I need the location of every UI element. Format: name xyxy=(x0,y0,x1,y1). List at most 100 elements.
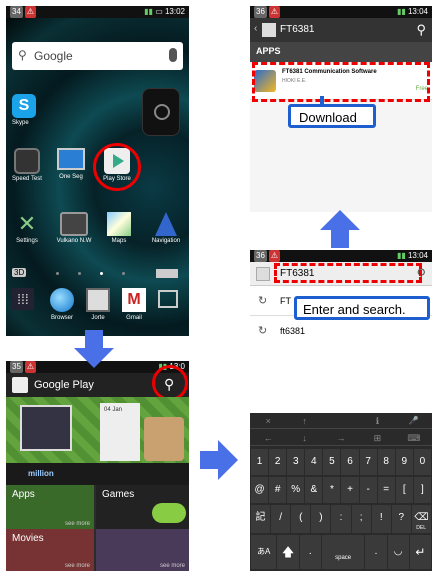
kana-switch-key[interactable]: あA xyxy=(251,535,277,569)
instruction-callout: Download xyxy=(288,104,376,128)
punct-key[interactable]: ! xyxy=(371,505,391,533)
see-more-link[interactable]: see more xyxy=(65,563,90,569)
emoji-key[interactable]: ◡ xyxy=(387,535,409,569)
google-search-widget[interactable]: ⚲ Google xyxy=(12,42,183,70)
digit-key[interactable]: 7 xyxy=(359,449,377,475)
category-label: Apps xyxy=(12,489,35,500)
digit-key[interactable]: 6 xyxy=(341,449,359,475)
keyboard-key[interactable]: ⌨ xyxy=(396,430,432,445)
digit-key[interactable]: 8 xyxy=(377,449,395,475)
digit-key[interactable]: 2 xyxy=(269,449,287,475)
app-one-seg[interactable]: One Seg xyxy=(54,148,88,180)
notification-badge: 36 xyxy=(254,6,267,18)
app-navigation[interactable]: Navigation xyxy=(146,212,186,244)
signal-icon: ▮▮ xyxy=(396,7,408,16)
digit-key[interactable]: 5 xyxy=(323,449,341,475)
search-icon[interactable]: ⚲ xyxy=(416,22,426,38)
gmail-icon: M xyxy=(122,288,146,312)
widget-bar-icon[interactable] xyxy=(156,269,178,278)
symbol-key[interactable]: - xyxy=(359,477,377,503)
enter-key[interactable]: ↵ xyxy=(409,535,431,569)
app-maps[interactable]: Maps xyxy=(102,212,136,244)
recent-apps-icon[interactable] xyxy=(158,290,178,308)
digit-key[interactable]: 0 xyxy=(413,449,431,475)
symbol-key[interactable]: * xyxy=(323,477,341,503)
punct-key[interactable]: / xyxy=(271,505,291,533)
results-action-bar: ‹ FT6381 ⚲ xyxy=(250,18,432,42)
grid-key[interactable]: ⊞ xyxy=(359,430,395,445)
see-more-link[interactable]: see more xyxy=(160,563,185,569)
punct-key[interactable]: ? xyxy=(391,505,411,533)
category-apps[interactable]: Apps see more xyxy=(6,485,94,529)
book-icon xyxy=(86,288,110,312)
category-games[interactable]: Games xyxy=(96,485,189,529)
app-skype[interactable]: S Skype xyxy=(12,94,40,126)
suggestion-icon: ↻ xyxy=(258,325,268,337)
search-placeholder: Google xyxy=(34,49,73,63)
signal-icon: ▮▮ xyxy=(396,251,408,260)
punct-key[interactable]: ( xyxy=(291,505,311,533)
symbol-key[interactable]: [ xyxy=(395,477,413,503)
notification-badge: 36 xyxy=(254,250,267,262)
banner-image-left xyxy=(20,405,72,451)
suggestion-item[interactable]: ↻ ft6381 xyxy=(250,316,432,346)
play-logo-icon xyxy=(262,23,276,37)
app-result-highlight xyxy=(252,62,430,102)
right-key[interactable]: → xyxy=(323,430,359,445)
punct-key[interactable]: : xyxy=(331,505,351,533)
digit-key[interactable]: 1 xyxy=(251,449,269,475)
symbol-key[interactable]: ] xyxy=(413,477,431,503)
space-key[interactable]: space xyxy=(321,535,365,569)
tutorial-screenshot: 34 ⚠ ▮▮ ▭ 13:02 ⚲ Google S Skype Speed Te… xyxy=(0,0,432,571)
app-gmail[interactable]: M Gmail xyxy=(118,288,150,321)
globe-icon xyxy=(50,288,74,312)
banner-image-food xyxy=(144,417,184,461)
punct-key[interactable]: 記号 xyxy=(251,505,271,549)
app-settings[interactable]: ✕ Settings xyxy=(10,212,44,245)
app-jorte[interactable]: Jorte xyxy=(82,288,114,321)
search-icon[interactable]: ⚲ xyxy=(164,376,174,393)
punct-key[interactable]: ; xyxy=(351,505,371,533)
app-drawer-icon[interactable]: ⁞⁞⁞ xyxy=(12,288,34,310)
symbol-key[interactable]: @ xyxy=(251,477,269,503)
featured-banner[interactable]: 04 Jan million xyxy=(6,397,189,485)
suggestion-label: FT xyxy=(280,296,291,306)
app-speed-test[interactable]: Speed Test xyxy=(10,148,44,182)
gamepad-icon xyxy=(152,503,186,523)
keyboard-panel: × ↑ ℹ 🎤 ← ↓ → ⊞ ⌨ 1234567890 @ #% & * + - =[] … xyxy=(250,413,432,571)
clock: 13:02 xyxy=(164,7,185,16)
space-label: space xyxy=(335,555,352,561)
left-key[interactable]: ← xyxy=(250,430,286,445)
up-key[interactable]: ↑ xyxy=(286,413,322,428)
signal-icon: ▮▮ xyxy=(144,7,156,16)
dot-key[interactable]: . xyxy=(365,535,387,569)
digit-key[interactable]: 4 xyxy=(305,449,323,475)
symbol-key[interactable]: % xyxy=(287,477,305,503)
navigation-arrow-icon xyxy=(155,212,177,236)
symbol-key[interactable]: = xyxy=(377,477,395,503)
digit-key[interactable]: 3 xyxy=(287,449,305,475)
app-label: Navigation xyxy=(151,238,181,244)
punct-key[interactable]: ) xyxy=(311,505,331,533)
back-icon[interactable]: ‹ xyxy=(254,23,257,34)
section-label: APPS xyxy=(256,46,281,56)
speaker-widget-icon[interactable] xyxy=(142,88,180,136)
blank-key[interactable] xyxy=(323,413,359,428)
symbol-key[interactable]: & xyxy=(305,477,323,503)
down-key[interactable]: ↓ xyxy=(286,430,322,445)
close-key[interactable]: × xyxy=(250,413,286,428)
dot-key[interactable]: . xyxy=(299,535,321,569)
info-key[interactable]: ℹ xyxy=(359,413,395,428)
symbol-key[interactable]: # xyxy=(269,477,287,503)
category-books[interactable]: see more xyxy=(96,529,189,571)
microphone-icon[interactable] xyxy=(169,48,177,62)
symbol-key[interactable]: + xyxy=(341,477,359,503)
microphone-key[interactable]: 🎤 xyxy=(396,413,432,428)
app-vulkano[interactable]: Vulkano N.W xyxy=(54,212,94,244)
digit-key[interactable]: 9 xyxy=(395,449,413,475)
3d-icon[interactable]: 3D xyxy=(12,268,27,277)
app-browser[interactable]: Browser xyxy=(46,288,78,321)
shift-key[interactable]: 🡅 xyxy=(277,535,299,569)
category-movies[interactable]: Movies see more xyxy=(6,529,94,571)
see-more-link[interactable]: see more xyxy=(65,521,90,527)
